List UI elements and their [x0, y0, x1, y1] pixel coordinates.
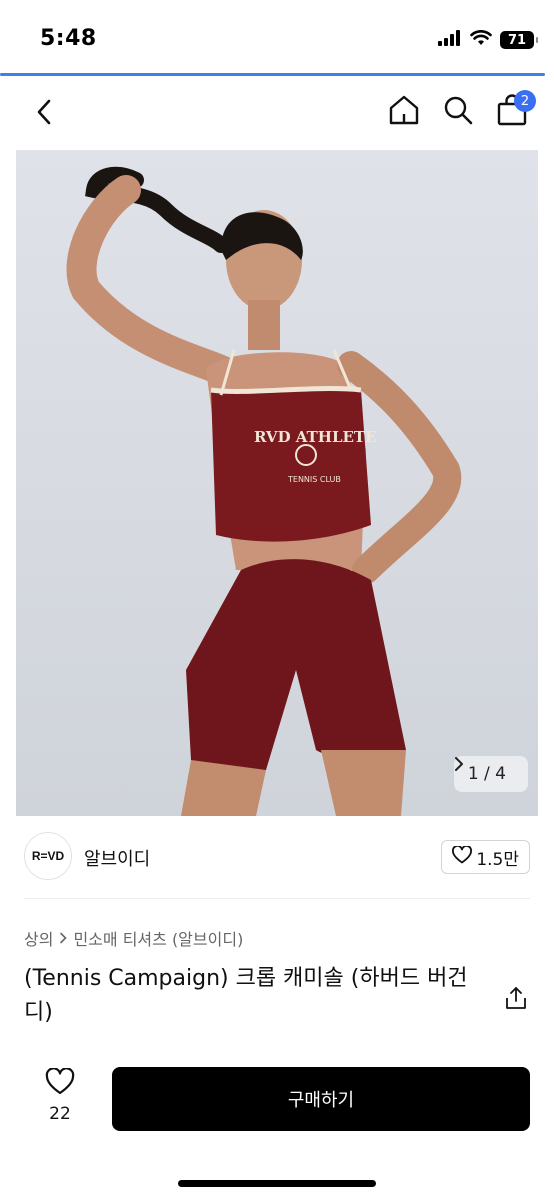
- page-counter: 1 / 4: [467, 764, 506, 784]
- search-button[interactable]: [440, 92, 476, 132]
- shop-logo[interactable]: R=VD: [24, 832, 72, 880]
- divider: [24, 898, 530, 899]
- seller-row: R=VD 알브이디 1.5만: [24, 832, 530, 884]
- status-bar: 5:48 71: [0, 0, 554, 76]
- heart-icon: [45, 1067, 75, 1100]
- product-image[interactable]: RVD ATHLETE TENNIS CLUB 1 / 4: [16, 150, 538, 816]
- search-icon: [443, 95, 473, 129]
- share-button[interactable]: [500, 984, 532, 1016]
- shop-name[interactable]: 알브이디: [84, 845, 150, 871]
- back-chevron-icon: [35, 98, 53, 130]
- image-page-indicator[interactable]: 1 / 4: [453, 756, 528, 792]
- product-title: (Tennis Campaign) 크롭 캐미솔 (하버드 버건디): [24, 966, 468, 1025]
- home-icon: [388, 94, 420, 130]
- back-button[interactable]: [26, 94, 62, 134]
- cart-count-badge: 2: [514, 90, 536, 112]
- signal-icon: [438, 30, 462, 50]
- heart-icon: [452, 844, 473, 869]
- home-indicator: [178, 1180, 376, 1187]
- model-illustration: RVD ATHLETE TENNIS CLUB: [66, 166, 462, 816]
- page-load-progress: [0, 73, 545, 76]
- breadcrumb: 상의 민소매 티셔츠 (알브이디): [24, 926, 243, 950]
- wishlist-button[interactable]: 22: [36, 1067, 84, 1128]
- home-button[interactable]: [386, 92, 422, 132]
- cart-button[interactable]: 2: [494, 90, 536, 132]
- shop-like-count: 1.5만: [476, 849, 519, 870]
- status-time: 5:48: [40, 26, 97, 51]
- breadcrumb-category[interactable]: 상의: [24, 926, 53, 950]
- like-shop-button[interactable]: 1.5만: [441, 840, 530, 874]
- status-icons: 71: [438, 28, 538, 52]
- nav-bar: 2: [0, 78, 554, 148]
- wishlist-count: 22: [49, 1104, 71, 1124]
- wifi-icon: [470, 30, 492, 50]
- chevron-right-icon: [59, 929, 68, 948]
- nav-actions: 2: [386, 90, 536, 132]
- breadcrumb-subcategory[interactable]: 민소매 티셔츠 (알브이디): [73, 926, 243, 950]
- battery-icon: 71: [500, 31, 538, 49]
- garment-text-sub: TENNIS CLUB: [287, 475, 341, 484]
- share-icon: [505, 986, 527, 1014]
- buy-button[interactable]: 구매하기: [112, 1067, 530, 1131]
- garment-text-top: RVD ATHLETE: [254, 428, 377, 446]
